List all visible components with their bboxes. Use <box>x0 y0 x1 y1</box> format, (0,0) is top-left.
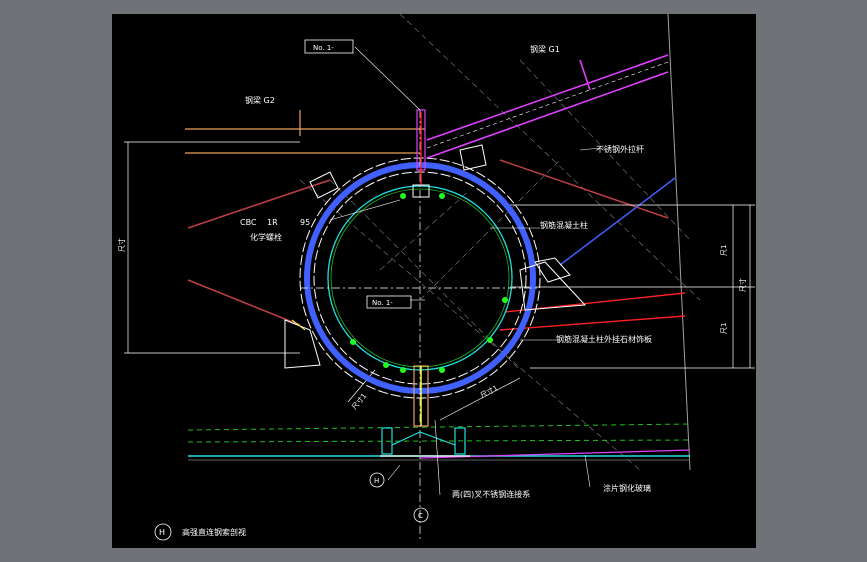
footer-grid-text: H <box>159 528 165 537</box>
beam-g2-label: 钢梁 G2 <box>245 95 275 105</box>
chem-bolt-label: 化学螺栓 <box>250 232 282 242</box>
tag-top-text: No. 1- <box>313 44 334 52</box>
cad-drawing: No. 1- No. 1- 钢梁 G1 钢梁 G2 不锈钢外拉杆 CBC 1R … <box>117 14 755 541</box>
beam-g1 <box>426 54 669 159</box>
dim-r1: 尺1 <box>720 245 728 256</box>
dim-l2: 尺寸1 <box>479 383 500 400</box>
connector-note: 两(四)叉不锈钢连接系 <box>452 489 530 499</box>
tag-mid-text: No. 1- <box>372 299 393 307</box>
grid-c-text: C <box>418 512 423 520</box>
beam-g1-label: 钢梁 G1 <box>530 44 560 54</box>
bottom-supports <box>380 427 470 457</box>
cad-viewport[interactable]: No. 1- No. 1- 钢梁 G1 钢梁 G2 不锈钢外拉杆 CBC 1R … <box>112 14 756 548</box>
dimension-lines <box>124 141 755 421</box>
anchor-dots <box>350 193 508 373</box>
column-label: 钢筋混凝土柱 <box>540 220 588 230</box>
rod-label: 不锈钢外拉杆 <box>596 144 644 154</box>
dim-l1: 尺寸1 <box>350 391 369 411</box>
beam-g2 <box>185 110 425 154</box>
centerlines <box>300 110 540 540</box>
dim-r2: 尺寸 <box>738 278 747 292</box>
cladding-label: 钢筋混凝土柱外挂石材饰板 <box>556 334 652 344</box>
connector-vertical <box>412 109 430 427</box>
cbc-num1: 1R <box>267 218 278 227</box>
footer-title: 高强直连钢索剖视 <box>182 527 246 537</box>
glass-note: 涂片钢化玻璃 <box>603 483 651 493</box>
cbc-code: CBC <box>240 218 257 227</box>
dim-left: 尺寸 <box>117 238 126 252</box>
boundary-line <box>667 14 691 471</box>
grid-h-text: H <box>374 477 379 485</box>
dim-r3: 尺1 <box>720 323 728 334</box>
cbc-num2: 95 <box>300 218 310 227</box>
